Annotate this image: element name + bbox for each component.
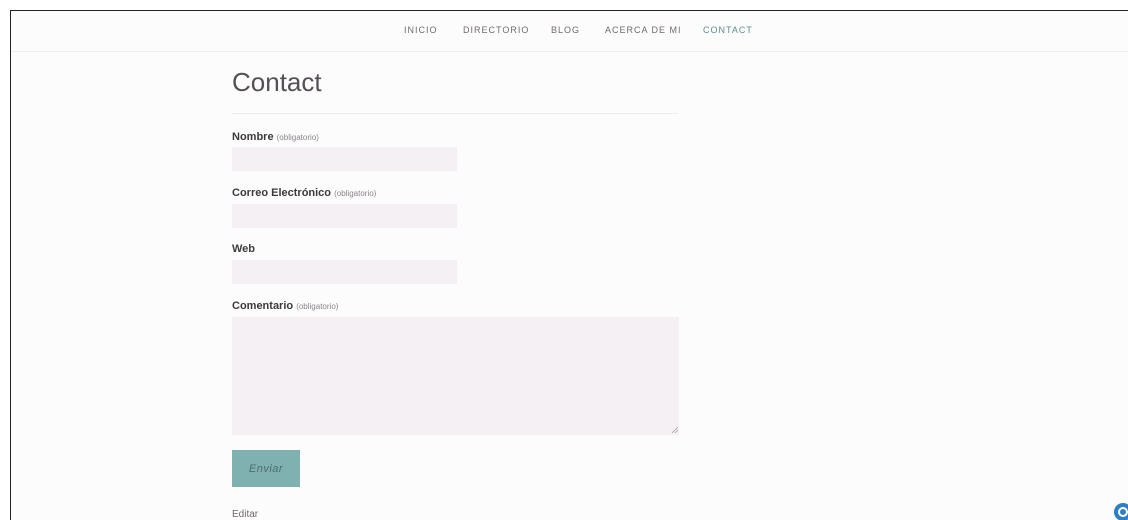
web-label-text: Web [232, 243, 256, 255]
enviar-button[interactable]: Enviar [232, 450, 300, 487]
nombre-label: Nombre (obligatorio) [232, 131, 319, 143]
page-title: Contact [232, 67, 322, 97]
correo-required-note: (obligatorio) [334, 189, 377, 198]
correo-label-text: Correo Electrónico [232, 187, 332, 199]
web-input[interactable] [232, 260, 457, 284]
nombre-input[interactable] [232, 147, 457, 171]
resize-handle-icon[interactable] [672, 427, 678, 433]
nombre-label-text: Nombre [232, 131, 274, 143]
editar-link[interactable]: Editar [232, 509, 258, 520]
nav-item-contact[interactable]: CONTACT [703, 25, 753, 35]
title-divider [232, 113, 678, 114]
nav-item-directorio[interactable]: DIRECTORIO [463, 25, 529, 35]
comentario-label-text: Comentario [232, 300, 294, 312]
page-frame: INICIO DIRECTORIO BLOG ACERCA DE MI CONT… [10, 10, 1128, 520]
nav-item-blog[interactable]: BLOG [551, 25, 580, 35]
correo-input[interactable] [232, 204, 457, 228]
top-navigation: INICIO DIRECTORIO BLOG ACERCA DE MI CONT… [11, 11, 1128, 52]
correo-label: Correo Electrónico (obligatorio) [232, 187, 376, 199]
nombre-required-note: (obligatorio) [276, 133, 319, 142]
nav-item-acerca-de-mi[interactable]: ACERCA DE MI [605, 25, 682, 35]
comentario-textarea[interactable] [232, 317, 679, 435]
circle-badge-icon[interactable] [1114, 503, 1128, 520]
web-label: Web [232, 243, 255, 255]
comentario-label: Comentario (obligatorio) [232, 300, 338, 312]
nav-item-inicio[interactable]: INICIO [404, 25, 438, 35]
comentario-required-note: (obligatorio) [296, 302, 339, 311]
